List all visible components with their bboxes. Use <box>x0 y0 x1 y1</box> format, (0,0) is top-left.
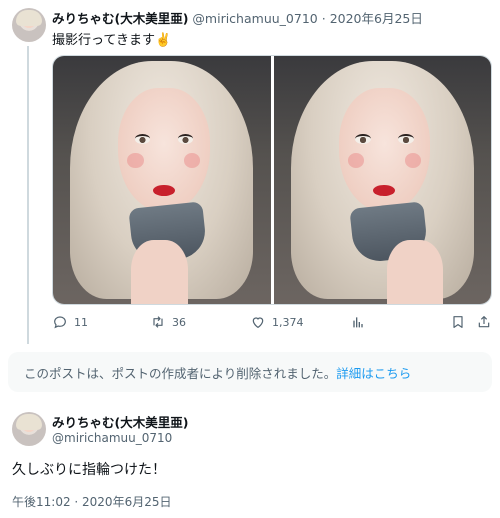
like-count: 1,374 <box>272 315 304 329</box>
photo-eye <box>398 134 414 145</box>
reply-button[interactable]: 11 <box>52 314 88 330</box>
photo-eye <box>134 134 151 145</box>
photo-lips <box>152 184 175 197</box>
display-name[interactable]: みりちゃむ(大木美里亜) <box>52 11 188 26</box>
reply-count: 11 <box>74 315 88 329</box>
display-name[interactable]: みりちゃむ(大木美里亜) <box>52 412 188 431</box>
share-icon <box>478 316 490 328</box>
tweet-text: 久しぶりに指輪つけた！ <box>12 462 166 478</box>
media-grid <box>52 55 492 305</box>
bookmark-button[interactable] <box>450 314 466 330</box>
retweet-count: 36 <box>172 315 186 329</box>
tweet-text: 撮影行ってきます✌️ <box>52 33 172 48</box>
views-icon <box>353 317 363 328</box>
photo-cheek <box>404 152 421 168</box>
thread-connector-line <box>27 46 29 344</box>
bookmark-icon <box>453 316 463 328</box>
deleted-post-notice: このポストは、ポストの作成者により削除されました。詳細はこちら <box>8 352 492 392</box>
retweet-icon <box>153 316 163 328</box>
photo-lips <box>373 184 396 197</box>
handle[interactable]: @mirichamuu_0710 <box>52 431 172 445</box>
learn-more-link[interactable]: 詳細はこちら <box>336 366 411 381</box>
photo-hand <box>131 239 188 304</box>
action-bar: 11 36 1,374 <box>52 314 492 334</box>
photo-hand <box>386 239 444 304</box>
retweet-button[interactable]: 36 <box>150 314 186 330</box>
photo-cheek <box>184 152 201 168</box>
like-icon <box>252 317 264 329</box>
photo-1[interactable] <box>53 56 271 304</box>
avatar[interactable] <box>12 8 46 42</box>
reply-icon <box>54 316 66 329</box>
deleted-message: このポストは、ポストの作成者により削除されました。 <box>24 366 337 381</box>
handle[interactable]: @mirichamuu_0710 <box>192 11 317 26</box>
share-button[interactable] <box>476 314 492 330</box>
photo-cheek <box>347 152 365 168</box>
tweet-timestamp[interactable]: 午後11:02 · 2020年6月25日 <box>12 493 171 510</box>
photo-cheek <box>127 152 144 168</box>
photo-face <box>118 88 210 213</box>
tweet-date[interactable]: 2020年6月25日 <box>330 11 423 26</box>
views-button[interactable] <box>350 314 366 330</box>
photo-eye <box>355 134 371 145</box>
like-button[interactable]: 1,374 <box>250 314 304 330</box>
photo-face <box>338 88 431 213</box>
photo-2[interactable] <box>273 56 491 304</box>
separator: · <box>321 11 326 26</box>
avatar[interactable] <box>12 412 46 446</box>
photo-eye <box>177 134 194 145</box>
tweet-header: みりちゃむ(大木美里亜) @mirichamuu_0710 · 2020年6月2… <box>52 8 423 27</box>
